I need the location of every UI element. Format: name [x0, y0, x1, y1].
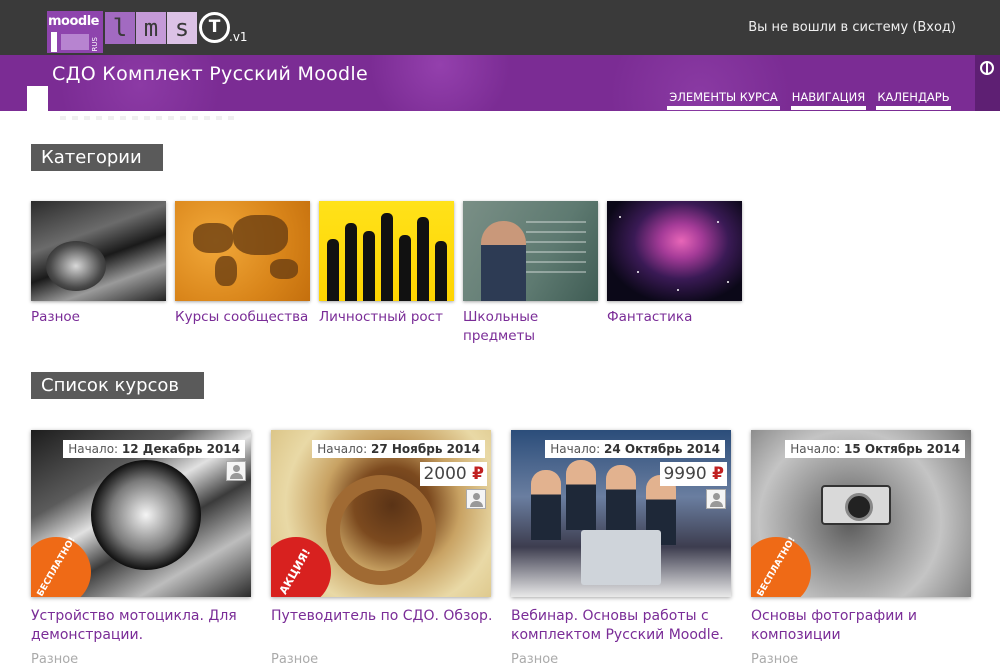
lms-logo-t: T [199, 12, 230, 43]
globe-icon[interactable] [980, 61, 994, 75]
person-figure [606, 465, 636, 535]
start-date-value: 24 Октябрь 2014 [603, 442, 720, 456]
silhouette [381, 213, 393, 301]
motorcycle-engine [46, 241, 106, 291]
course-title-1[interactable]: Устройство мотоцикла. Для демонстрации. [31, 607, 263, 645]
star [677, 289, 679, 291]
course-category-1[interactable]: Разное [31, 652, 78, 667]
category-link-fantasy[interactable]: Фантастика [607, 308, 747, 327]
decorative-dots [60, 116, 240, 120]
lms-logo-m: m [136, 12, 166, 44]
course-card-3[interactable]: Начало: 24 Октябрь 2014 9990 ₽ [511, 430, 731, 597]
start-label: Начало: [550, 442, 601, 456]
lms-logo-l: l [105, 12, 135, 44]
site-title[interactable]: СДО Комплект Русский Moodle [52, 63, 368, 85]
person-figure [531, 470, 561, 540]
silhouette [417, 217, 429, 301]
sticker-text: БЕСПЛАТНО! [755, 535, 798, 597]
moodle-logo-rus: RUS [91, 37, 99, 52]
category-link-school-subjects[interactable]: Школьные предметы [463, 308, 603, 346]
start-label: Начало: [317, 442, 368, 456]
map-land [270, 259, 298, 279]
moodle-logo-word: moodle [48, 14, 100, 29]
course-card-1[interactable]: Начало: 12 Декабрь 2014 БЕСПЛАТНО! [31, 430, 251, 597]
map-land [233, 215, 288, 255]
free-sticker: БЕСПЛАТНО! [31, 535, 91, 597]
category-link-misc[interactable]: Разное [31, 308, 171, 327]
price-value: 2000 [423, 464, 467, 484]
start-label: Начало: [68, 442, 119, 456]
banner-notch [27, 86, 48, 111]
course-start-date: Начало: 12 Декабрь 2014 [63, 440, 245, 458]
lms-logo-version: .v1 [229, 30, 248, 44]
silhouette [363, 231, 375, 301]
chalkboard-writing [526, 213, 586, 273]
category-link-community[interactable]: Курсы сообщества [175, 308, 315, 327]
category-image-fantasy[interactable] [607, 201, 742, 301]
star [637, 271, 639, 273]
motorcycle-chrome [91, 460, 201, 570]
top-bar: moodle RUS l m s T .v1 Вы не вошли в сис… [0, 0, 1000, 55]
map-land [193, 223, 233, 253]
ruble-sign: ₽ [712, 464, 724, 484]
categories-heading: Категории [31, 144, 163, 171]
course-price: 9990 ₽ [660, 462, 727, 486]
price-value: 9990 [663, 464, 707, 484]
sticker-text: АКЦИЯ! [276, 546, 314, 597]
silhouette [399, 235, 411, 301]
moodle-logo[interactable]: moodle RUS [47, 11, 103, 53]
category-image-misc[interactable] [31, 201, 166, 301]
start-date-value: 12 Декабрь 2014 [121, 442, 240, 456]
course-start-date: Начало: 15 Октябрь 2014 [785, 440, 965, 458]
course-category-4[interactable]: Разное [751, 652, 798, 667]
laptop [581, 530, 661, 585]
course-card-2[interactable]: Начало: 27 Ноябрь 2014 2000 ₽ АКЦИЯ! [271, 430, 491, 597]
course-title-4[interactable]: Основы фотографии и композиции [751, 607, 983, 645]
nav-tab-calendar[interactable]: КАЛЕНДАРЬ [876, 88, 951, 110]
user-avatar-icon[interactable] [466, 489, 486, 509]
map-land [215, 256, 237, 286]
course-price: 2000 ₽ [420, 462, 487, 486]
course-title-3[interactable]: Вебинар. Основы работы с комплектом Русс… [511, 607, 743, 645]
silhouette [345, 223, 357, 301]
course-category-2[interactable]: Разное [271, 652, 318, 667]
course-title-2[interactable]: Путеводитель по СДО. Обзор. [271, 607, 503, 626]
camera [821, 485, 891, 525]
nav-tab-course-elements[interactable]: ЭЛЕМЕНТЫ КУРСА [667, 88, 780, 110]
user-avatar-icon[interactable] [226, 461, 246, 481]
person-figure [566, 460, 596, 530]
courses-heading: Список курсов [31, 372, 204, 399]
user-avatar-icon[interactable] [706, 489, 726, 509]
sticker-text: БЕСПЛАТНО! [35, 535, 78, 597]
free-sticker: БЕСПЛАТНО! [751, 535, 811, 597]
category-image-school-subjects[interactable] [463, 201, 598, 301]
sale-sticker: АКЦИЯ! [271, 537, 331, 597]
student-figure [481, 221, 526, 301]
silhouette [435, 241, 447, 301]
start-label: Начало: [790, 442, 841, 456]
nav-tab-navigation[interactable]: НАВИГАЦИЯ [791, 88, 866, 110]
moodle-logo-bar [51, 32, 57, 52]
course-start-date: Начало: 27 Ноябрь 2014 [312, 440, 485, 458]
silhouette [327, 239, 339, 301]
moodle-logo-block [61, 34, 89, 50]
course-card-4[interactable]: Начало: 15 Октябрь 2014 БЕСПЛАТНО! [751, 430, 971, 597]
start-date-value: 15 Октябрь 2014 [843, 442, 960, 456]
category-image-personal-growth[interactable] [319, 201, 454, 301]
ruble-sign: ₽ [472, 464, 484, 484]
lms-logo-s: s [167, 12, 197, 44]
star [717, 221, 719, 223]
start-date-value: 27 Ноябрь 2014 [370, 442, 480, 456]
compass-rope [326, 475, 436, 585]
login-link[interactable]: Вы не вошли в систему (Вход) [748, 20, 956, 35]
course-category-3[interactable]: Разное [511, 652, 558, 667]
course-start-date: Начало: 24 Октябрь 2014 [545, 440, 725, 458]
star [727, 281, 729, 283]
category-image-community[interactable] [175, 201, 310, 301]
category-link-personal-growth[interactable]: Личностный рост [319, 308, 459, 327]
star [619, 216, 621, 218]
